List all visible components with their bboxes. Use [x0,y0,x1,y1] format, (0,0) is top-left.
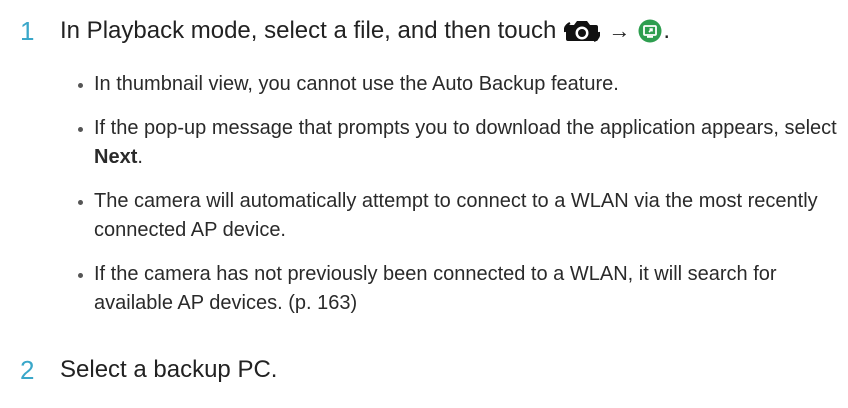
step-1: 1 In Playback mode, select a file, and t… [20,14,670,48]
note-item: In thumbnail view, you cannot use the Au… [78,70,838,99]
step-period: . [663,17,670,44]
camera-share-icon [564,18,601,44]
step-instruction-text: In Playback mode, select a file, and the… [60,17,557,44]
note-item: The camera will automatically attempt to… [78,187,838,245]
note-item-text-end: . [137,146,143,168]
step-2: 2 Select a backup PC. [20,353,277,387]
note-item: If the pop-up message that prompts you t… [78,114,838,172]
step-number: 2 [20,355,35,385]
auto-backup-icon [638,19,662,43]
step-number: 1 [20,16,35,46]
next-label: Next [94,146,138,168]
step-instruction: In Playback mode, select a file, and the… [60,14,670,48]
note-list: In thumbnail view, you cannot use the Au… [78,70,838,333]
note-item: If the camera has not previously been co… [78,260,838,318]
step-instruction: Select a backup PC. [60,356,278,383]
arrow-right-icon: → [608,18,631,43]
note-item-text: If the pop-up message that prompts you t… [94,117,837,139]
